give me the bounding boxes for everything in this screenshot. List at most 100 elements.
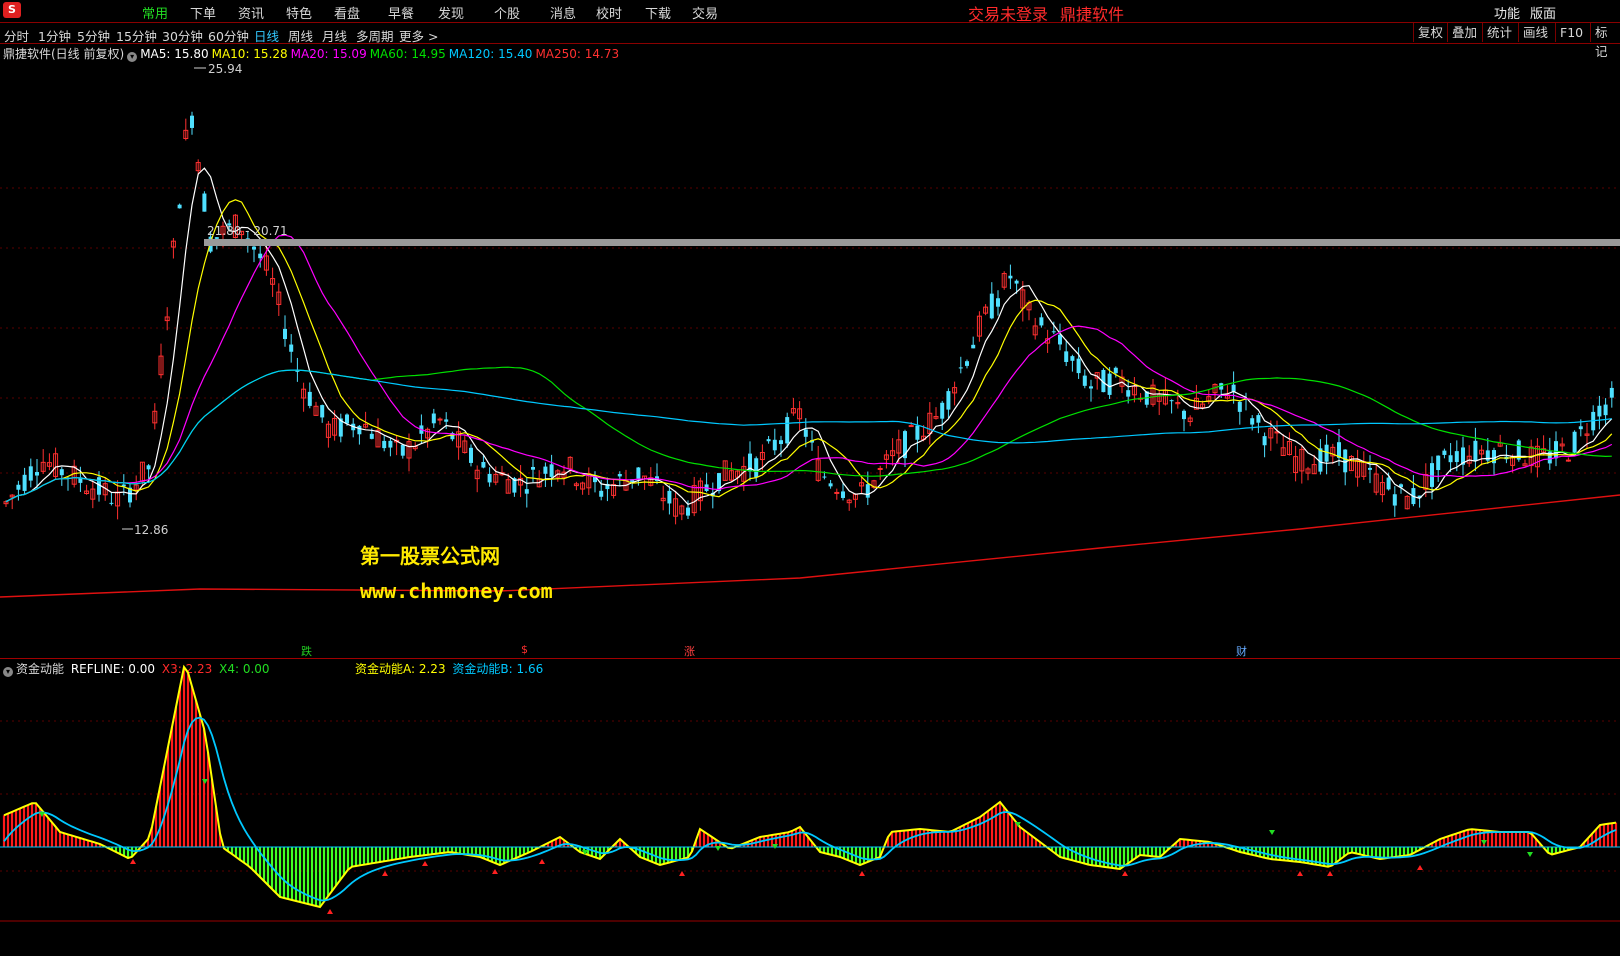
candle-body <box>1368 467 1372 470</box>
fund-momentum-indicator[interactable] <box>0 659 1620 956</box>
candle-body <box>822 476 827 478</box>
toolbar-button[interactable]: F10 <box>1555 23 1587 42</box>
candle-body <box>202 193 207 212</box>
candle-body <box>1008 275 1013 279</box>
candle-body <box>1231 384 1236 392</box>
candle-body <box>190 115 194 128</box>
candle-body <box>865 484 870 498</box>
candle-body <box>59 469 64 476</box>
buy-signal-arrow-icon <box>1297 871 1303 876</box>
menu-item[interactable]: 看盘 <box>334 3 360 22</box>
moving-average-line <box>5 369 1612 503</box>
candle-body <box>971 344 976 349</box>
candle-body <box>989 293 994 319</box>
candle-body <box>1436 455 1441 471</box>
candle-body <box>958 367 963 369</box>
candle-body <box>1107 373 1112 395</box>
candle-body <box>617 474 622 477</box>
candle-body <box>1454 451 1459 463</box>
candle-body <box>252 246 256 250</box>
candle-body <box>35 472 39 476</box>
app-logo-icon[interactable]: S <box>3 2 21 18</box>
candle-body <box>283 328 287 340</box>
candle-body <box>1597 405 1602 417</box>
toolbar-button[interactable]: 标记 <box>1590 23 1620 59</box>
toolbar-button[interactable]: 画线 <box>1518 23 1552 42</box>
candle-body <box>1609 387 1614 398</box>
candle-body <box>834 491 840 494</box>
candle-body <box>940 402 945 419</box>
candle-body <box>785 417 790 444</box>
period-toolbar: 分时 1分钟 5分钟 15分钟 30分钟 60分钟 日线 周线 月线 多周期 更多 > <box>0 23 1620 44</box>
ma250-line <box>0 494 1620 598</box>
menu-item[interactable]: 早餐 <box>388 3 414 22</box>
candle-body <box>177 204 182 209</box>
candle-body <box>1076 358 1081 374</box>
candle-body <box>636 467 641 479</box>
candle-body <box>549 464 554 477</box>
high-price-label: 25.94 <box>208 62 242 76</box>
candle-body <box>1051 331 1056 333</box>
candle-body <box>779 440 783 445</box>
candle-body <box>766 439 771 442</box>
top-menu-bar: S 常用 下单 资讯 特色 看盘 早餐 发现 个股 消息 校时 下载 交易 交易未登录 鼎捷软件 功能… <box>0 0 1620 24</box>
menu-item[interactable]: 下单 <box>190 3 216 22</box>
momentum-b-line <box>3 716 1617 902</box>
candle-body <box>1082 375 1087 386</box>
buy-signal-arrow-icon <box>1327 871 1333 876</box>
moving-average-line <box>5 366 1612 503</box>
buy-signal-arrow-icon <box>859 871 865 876</box>
price-range-bar <box>204 239 1620 246</box>
menu-item[interactable]: 消息 <box>550 3 576 22</box>
watermark-title: 第一股票公式网 <box>360 544 500 568</box>
sell-signal-arrow-icon <box>1527 852 1533 857</box>
candle-body <box>1126 390 1131 397</box>
candle-body <box>400 444 405 456</box>
event-marker-dividend[interactable]: $ <box>521 643 528 656</box>
candle-body <box>1386 477 1391 490</box>
event-marker-rise[interactable]: 涨 <box>684 643 695 659</box>
candlestick-chart[interactable]: 21.80 - 20.71 25.94 12.86 <box>0 43 1620 638</box>
toolbar-button[interactable]: 复权 <box>1413 23 1447 42</box>
menu-item[interactable]: 特色 <box>286 3 312 22</box>
candle-body <box>686 507 690 516</box>
buy-signal-arrow-icon <box>130 859 136 864</box>
candle-body <box>28 466 33 481</box>
sell-signal-arrow-icon <box>715 846 721 851</box>
candle-body <box>1250 418 1255 425</box>
menu-item[interactable]: 个股 <box>494 3 520 22</box>
candle-body <box>357 425 362 435</box>
menu-item[interactable]: 常用 <box>142 3 168 22</box>
layout-menu[interactable]: 版面 <box>1530 3 1556 22</box>
candle-body <box>828 483 833 487</box>
candle-body <box>345 414 349 424</box>
event-marker-fall[interactable]: 跌 <box>301 643 312 659</box>
candle-body <box>469 447 473 463</box>
candle-body <box>1058 334 1062 345</box>
menu-item[interactable]: 校时 <box>596 3 622 22</box>
function-menu[interactable]: 功能 <box>1494 3 1520 22</box>
menu-item[interactable]: 下载 <box>645 3 671 22</box>
candle-body <box>1318 448 1323 472</box>
event-marker-finance[interactable]: 财 <box>1236 643 1247 659</box>
candle-body <box>1473 440 1478 461</box>
menu-item[interactable]: 资讯 <box>238 3 264 22</box>
watermark-url: www.chnmoney.com <box>360 579 553 603</box>
toolbar-button[interactable]: 叠加 <box>1447 23 1481 42</box>
buy-signal-arrow-icon <box>539 859 545 864</box>
menu-item[interactable]: 发现 <box>438 3 464 22</box>
candle-body <box>599 490 604 497</box>
low-price-label: 12.86 <box>134 523 168 537</box>
candle-body <box>754 458 759 478</box>
candle-body <box>1572 431 1577 453</box>
toolbar-button[interactable]: 统计 <box>1482 23 1516 42</box>
candle-body <box>908 425 914 428</box>
moving-average-line <box>5 234 1613 503</box>
candle-body <box>444 419 449 422</box>
candle-body <box>431 413 436 424</box>
candle-body <box>1448 455 1453 463</box>
candle-body <box>146 465 151 470</box>
menu-item[interactable]: 交易 <box>692 3 718 22</box>
moving-average-line <box>5 167 1613 506</box>
candle-body <box>1256 415 1261 423</box>
